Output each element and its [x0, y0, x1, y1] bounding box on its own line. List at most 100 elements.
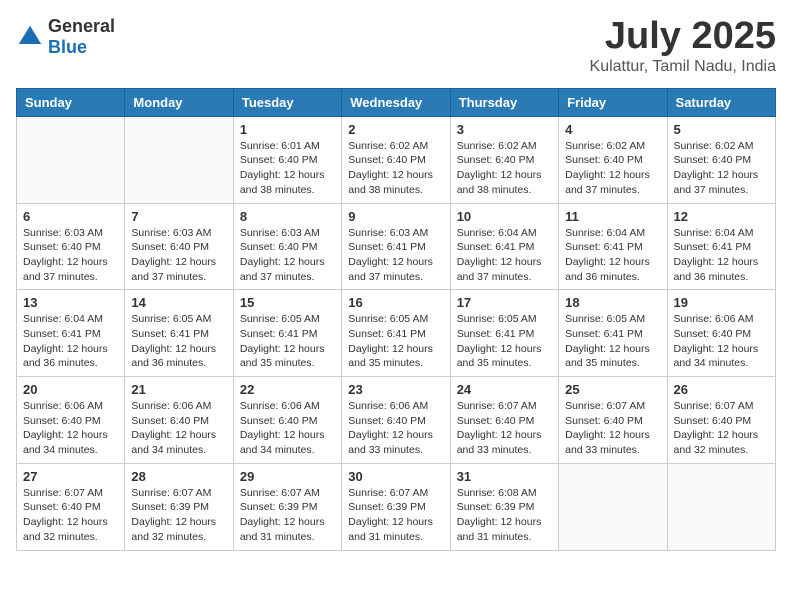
- cell-info: Sunrise: 6:07 AM Sunset: 6:40 PM Dayligh…: [674, 399, 769, 458]
- day-number: 11: [565, 209, 660, 224]
- cell-info: Sunrise: 6:03 AM Sunset: 6:40 PM Dayligh…: [131, 226, 226, 285]
- calendar-day-cell: 8Sunrise: 6:03 AM Sunset: 6:40 PM Daylig…: [233, 203, 341, 290]
- cell-info: Sunrise: 6:05 AM Sunset: 6:41 PM Dayligh…: [348, 312, 443, 371]
- calendar-day-cell: 21 Sunrise: 6:06 AM Sunset: 6:40 PM Dayli…: [125, 377, 233, 464]
- day-number: 29: [240, 469, 335, 484]
- calendar-header-row: Sunday Monday Tuesday Wednesday Thursday…: [17, 88, 776, 116]
- cell-info: Sunrise: 6:04 AM Sunset: 6:41 PM Dayligh…: [674, 226, 769, 285]
- cell-info: Sunrise: 6:08 AM Sunset: 6:39 PM Dayligh…: [457, 486, 552, 545]
- cell-info: Sunrise: 6:03 AM Sunset: 6:41 PM Dayligh…: [348, 226, 443, 285]
- day-number: 6: [23, 209, 118, 224]
- day-number: 21: [131, 382, 226, 397]
- calendar-day-cell: 19Sunrise: 6:06 AM Sunset: 6:40 PM Dayli…: [667, 290, 775, 377]
- day-number: 28: [131, 469, 226, 484]
- cell-info: Sunrise: 6:06 AM Sunset: 6:40 PM Dayligh…: [131, 399, 226, 458]
- calendar-day-cell: 14 Sunrise: 6:05 AM Sunset: 6:41 PM Dayli…: [125, 290, 233, 377]
- calendar-day-cell: 1Sunrise: 6:01 AM Sunset: 6:40 PM Daylig…: [233, 116, 341, 203]
- day-number: 10: [457, 209, 552, 224]
- calendar-week-row: 6 Sunrise: 6:03 AM Sunset: 6:40 PM Daylig…: [17, 203, 776, 290]
- day-number: 14: [131, 295, 226, 310]
- calendar-day-cell: [667, 463, 775, 550]
- calendar-week-row: 13 Sunrise: 6:04 AM Sunset: 6:41 PM Dayli…: [17, 290, 776, 377]
- calendar-week-row: 1Sunrise: 6:01 AM Sunset: 6:40 PM Daylig…: [17, 116, 776, 203]
- calendar-week-row: 20 Sunrise: 6:06 AM Sunset: 6:40 PM Dayli…: [17, 377, 776, 464]
- calendar-day-cell: [125, 116, 233, 203]
- cell-info: Sunrise: 6:07 AM Sunset: 6:39 PM Dayligh…: [240, 486, 335, 545]
- day-number: 3: [457, 122, 552, 137]
- cell-info: Sunrise: 6:07 AM Sunset: 6:39 PM Dayligh…: [348, 486, 443, 545]
- calendar-day-cell: 23 Sunrise: 6:06 AM Sunset: 6:40 PM Dayli…: [342, 377, 450, 464]
- day-number: 24: [457, 382, 552, 397]
- header-monday: Monday: [125, 88, 233, 116]
- cell-info: Sunrise: 6:07 AM Sunset: 6:40 PM Dayligh…: [457, 399, 552, 458]
- calendar-day-cell: 20 Sunrise: 6:06 AM Sunset: 6:40 PM Dayli…: [17, 377, 125, 464]
- day-number: 4: [565, 122, 660, 137]
- calendar-week-row: 27 Sunrise: 6:07 AM Sunset: 6:40 PM Dayli…: [17, 463, 776, 550]
- calendar-day-cell: 13 Sunrise: 6:04 AM Sunset: 6:41 PM Dayli…: [17, 290, 125, 377]
- logo-icon: [16, 23, 44, 51]
- calendar-day-cell: 17Sunrise: 6:05 AM Sunset: 6:41 PM Dayli…: [450, 290, 558, 377]
- calendar-day-cell: 30 Sunrise: 6:07 AM Sunset: 6:39 PM Dayli…: [342, 463, 450, 550]
- day-number: 25: [565, 382, 660, 397]
- calendar-day-cell: 9Sunrise: 6:03 AM Sunset: 6:41 PM Daylig…: [342, 203, 450, 290]
- cell-info: Sunrise: 6:02 AM Sunset: 6:40 PM Dayligh…: [565, 139, 660, 198]
- calendar-day-cell: 10Sunrise: 6:04 AM Sunset: 6:41 PM Dayli…: [450, 203, 558, 290]
- cell-info: Sunrise: 6:05 AM Sunset: 6:41 PM Dayligh…: [240, 312, 335, 371]
- title-block: July 2025 Kulattur, Tamil Nadu, India: [590, 16, 776, 76]
- day-number: 15: [240, 295, 335, 310]
- cell-info: Sunrise: 6:07 AM Sunset: 6:40 PM Dayligh…: [23, 486, 118, 545]
- calendar-day-cell: 29 Sunrise: 6:07 AM Sunset: 6:39 PM Dayli…: [233, 463, 341, 550]
- cell-info: Sunrise: 6:04 AM Sunset: 6:41 PM Dayligh…: [565, 226, 660, 285]
- calendar-day-cell: 24 Sunrise: 6:07 AM Sunset: 6:40 PM Dayli…: [450, 377, 558, 464]
- logo-blue: Blue: [48, 37, 87, 57]
- calendar-day-cell: [559, 463, 667, 550]
- day-number: 12: [674, 209, 769, 224]
- cell-info: Sunrise: 6:06 AM Sunset: 6:40 PM Dayligh…: [240, 399, 335, 458]
- calendar-day-cell: 25 Sunrise: 6:07 AM Sunset: 6:40 PM Dayli…: [559, 377, 667, 464]
- calendar-day-cell: 22 Sunrise: 6:06 AM Sunset: 6:40 PM Dayli…: [233, 377, 341, 464]
- cell-info: Sunrise: 6:02 AM Sunset: 6:40 PM Dayligh…: [348, 139, 443, 198]
- calendar-day-cell: 26Sunrise: 6:07 AM Sunset: 6:40 PM Dayli…: [667, 377, 775, 464]
- day-number: 7: [131, 209, 226, 224]
- day-number: 23: [348, 382, 443, 397]
- cell-info: Sunrise: 6:05 AM Sunset: 6:41 PM Dayligh…: [131, 312, 226, 371]
- header-saturday: Saturday: [667, 88, 775, 116]
- cell-info: Sunrise: 6:03 AM Sunset: 6:40 PM Dayligh…: [240, 226, 335, 285]
- calendar-table: Sunday Monday Tuesday Wednesday Thursday…: [16, 88, 776, 551]
- header-sunday: Sunday: [17, 88, 125, 116]
- calendar-day-cell: 18Sunrise: 6:05 AM Sunset: 6:41 PM Dayli…: [559, 290, 667, 377]
- calendar-day-cell: [17, 116, 125, 203]
- cell-info: Sunrise: 6:07 AM Sunset: 6:40 PM Dayligh…: [565, 399, 660, 458]
- day-number: 30: [348, 469, 443, 484]
- calendar-day-cell: 28 Sunrise: 6:07 AM Sunset: 6:39 PM Dayli…: [125, 463, 233, 550]
- day-number: 2: [348, 122, 443, 137]
- calendar-day-cell: 11 Sunrise: 6:04 AM Sunset: 6:41 PM Dayli…: [559, 203, 667, 290]
- calendar-day-cell: 6 Sunrise: 6:03 AM Sunset: 6:40 PM Daylig…: [17, 203, 125, 290]
- cell-info: Sunrise: 6:05 AM Sunset: 6:41 PM Dayligh…: [565, 312, 660, 371]
- calendar-day-cell: 3 Sunrise: 6:02 AM Sunset: 6:40 PM Daylig…: [450, 116, 558, 203]
- location-title: Kulattur, Tamil Nadu, India: [590, 58, 776, 76]
- calendar-day-cell: 12 Sunrise: 6:04 AM Sunset: 6:41 PM Dayli…: [667, 203, 775, 290]
- calendar-day-cell: 2 Sunrise: 6:02 AM Sunset: 6:40 PM Daylig…: [342, 116, 450, 203]
- calendar-day-cell: 15 Sunrise: 6:05 AM Sunset: 6:41 PM Dayli…: [233, 290, 341, 377]
- day-number: 1: [240, 122, 335, 137]
- day-number: 22: [240, 382, 335, 397]
- cell-info: Sunrise: 6:05 AM Sunset: 6:41 PM Dayligh…: [457, 312, 552, 371]
- cell-info: Sunrise: 6:03 AM Sunset: 6:40 PM Dayligh…: [23, 226, 118, 285]
- day-number: 27: [23, 469, 118, 484]
- cell-info: Sunrise: 6:07 AM Sunset: 6:39 PM Dayligh…: [131, 486, 226, 545]
- day-number: 31: [457, 469, 552, 484]
- calendar-day-cell: 31 Sunrise: 6:08 AM Sunset: 6:39 PM Dayli…: [450, 463, 558, 550]
- cell-info: Sunrise: 6:04 AM Sunset: 6:41 PM Dayligh…: [23, 312, 118, 371]
- cell-info: Sunrise: 6:06 AM Sunset: 6:40 PM Dayligh…: [23, 399, 118, 458]
- cell-info: Sunrise: 6:06 AM Sunset: 6:40 PM Dayligh…: [348, 399, 443, 458]
- cell-info: Sunrise: 6:02 AM Sunset: 6:40 PM Dayligh…: [457, 139, 552, 198]
- header-tuesday: Tuesday: [233, 88, 341, 116]
- day-number: 20: [23, 382, 118, 397]
- calendar-day-cell: 16 Sunrise: 6:05 AM Sunset: 6:41 PM Dayli…: [342, 290, 450, 377]
- day-number: 13: [23, 295, 118, 310]
- calendar-day-cell: 7 Sunrise: 6:03 AM Sunset: 6:40 PM Daylig…: [125, 203, 233, 290]
- day-number: 16: [348, 295, 443, 310]
- logo: General Blue: [16, 16, 115, 58]
- header-thursday: Thursday: [450, 88, 558, 116]
